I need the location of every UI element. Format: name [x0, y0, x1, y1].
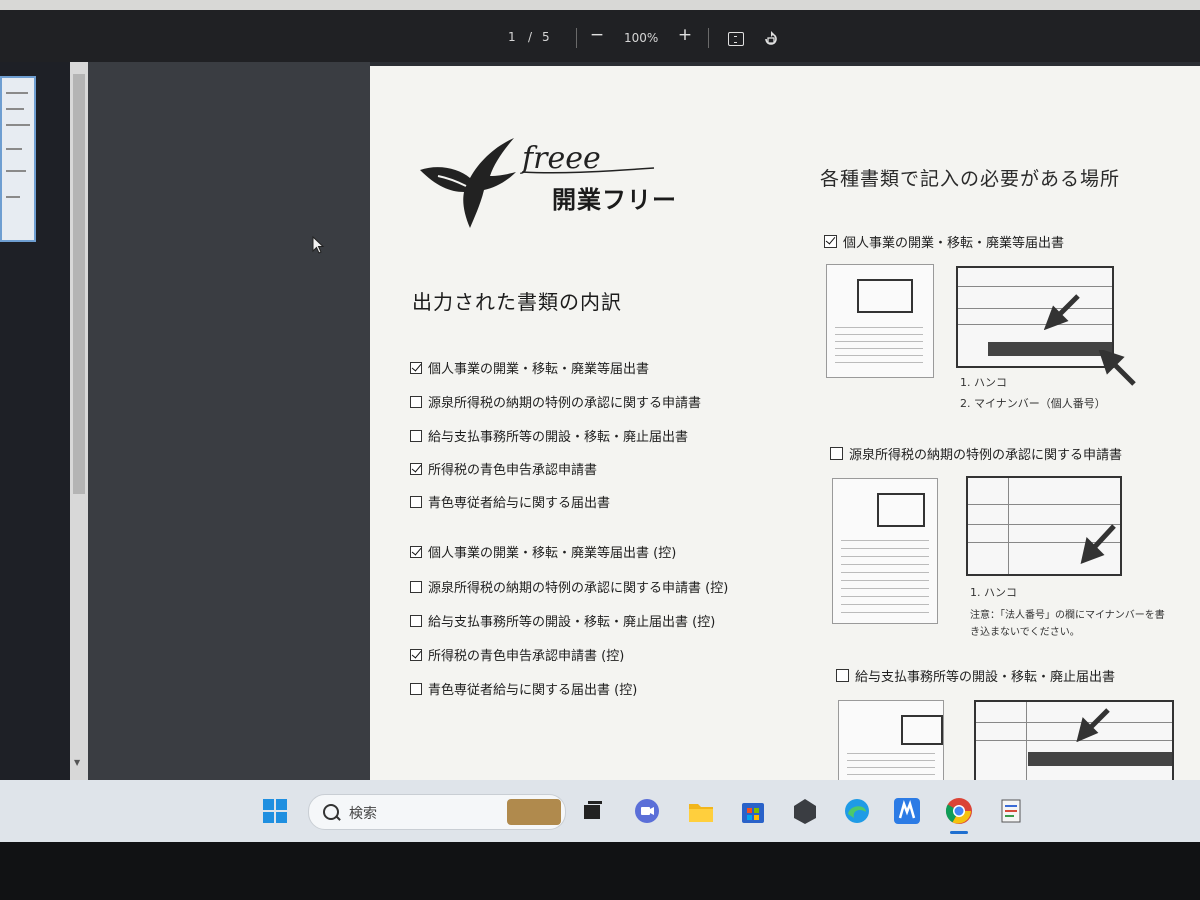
scrollbar-thumb[interactable] [73, 74, 85, 494]
checklist-item: 個人事業の開業・移転・廃業等届出書 (控) [410, 542, 676, 561]
note: 1. ハンコ [970, 586, 1017, 599]
checkbox-icon[interactable] [410, 615, 422, 627]
search-label: 検索 [349, 806, 377, 822]
right-title: 各種書類で記入の必要がある場所 [820, 168, 1121, 190]
checkbox-checked-icon[interactable] [410, 463, 422, 475]
checkbox-icon[interactable] [410, 496, 422, 508]
fit-page-icon[interactable] [728, 32, 744, 46]
checklist-item: 源泉所得税の納期の特例の承認に関する申請書 (控) [410, 577, 728, 596]
note: 2. マイナンバー（個人番号） [960, 397, 1106, 410]
checklist-item: 個人事業の開業・移転・廃業等届出書 [410, 358, 649, 377]
checklist-item: 給与支払事務所等の開設・移転・廃止届出書 (控) [410, 611, 715, 630]
checklist-item: 青色専従者給与に関する届出書 (控) [410, 679, 637, 698]
checkbox-icon[interactable] [830, 447, 843, 460]
checkbox-checked-icon[interactable] [410, 649, 422, 661]
rotate-icon[interactable] [762, 30, 780, 48]
screen: 1 / 5 − 100% + ▼ freee 開業フリー 出力された書類の内訳 … [0, 10, 1200, 842]
arrow-icon [1098, 350, 1136, 386]
toolbar-divider [708, 28, 709, 48]
zoomed-form-area [966, 476, 1122, 576]
edge-icon[interactable] [842, 796, 872, 826]
logo-script: freee [520, 141, 601, 176]
taskbar-search[interactable]: 検索 [308, 794, 566, 830]
checklist-item: 所得税の青色申告承認申請書 [410, 459, 597, 478]
pdf-page: freee 開業フリー 出力された書類の内訳 個人事業の開業・移転・廃業等届出書… [370, 66, 1200, 786]
checklist-item: 給与支払事務所等の開設・移転・廃止届出書 [410, 426, 688, 445]
task-view-icon[interactable] [578, 796, 608, 826]
checkbox-icon[interactable] [410, 430, 422, 442]
mouse-cursor-icon [312, 236, 325, 254]
note: 注意：「法人番号」の欄にマイナンバーを書 [970, 610, 1165, 621]
arrow-icon [1044, 294, 1080, 330]
checklist-item: 青色専従者給与に関する届出書 [410, 492, 610, 511]
ma-app-icon[interactable] [892, 796, 922, 826]
checklist-item: 所得税の青色申告承認申請書 (控) [410, 645, 624, 664]
app-icon[interactable] [790, 796, 820, 826]
page-current[interactable]: 1 [508, 30, 516, 44]
checkbox-icon[interactable] [410, 683, 422, 695]
active-app-indicator [950, 831, 968, 834]
checkbox-checked-icon[interactable] [824, 235, 837, 248]
checklist-item: 源泉所得税の納期の特例の承認に関する申請書 [410, 392, 701, 411]
arrow-icon [1080, 524, 1116, 564]
section-heading: 給与支払事務所等の開設・移転・廃止届出書 [836, 666, 1115, 685]
zoomed-form-area [974, 700, 1174, 786]
section-heading: 個人事業の開業・移転・廃業等届出書 [824, 232, 1064, 251]
search-highlight-image [507, 799, 561, 825]
section-title: 出力された書類の内訳 [412, 290, 622, 314]
start-icon[interactable] [260, 796, 290, 826]
section-heading: 源泉所得税の納期の特例の承認に関する申請書 [830, 444, 1122, 463]
chat-icon[interactable] [632, 796, 662, 826]
note: き込まないでください。 [970, 627, 1080, 638]
notepad-app-icon[interactable] [996, 796, 1026, 826]
checkbox-icon[interactable] [836, 669, 849, 682]
page-total: 5 [542, 30, 550, 44]
logo-title: 開業フリー [552, 186, 677, 214]
zoom-out-button[interactable]: − [586, 24, 608, 46]
form-thumbnail [838, 700, 944, 784]
taskbar: 検索 [0, 780, 1200, 842]
page-thumbnail[interactable] [0, 76, 36, 242]
pdf-toolbar: 1 / 5 − 100% + [0, 10, 1200, 62]
file-explorer-icon[interactable] [686, 796, 716, 826]
toolbar-divider [576, 28, 577, 48]
zoom-in-button[interactable]: + [674, 24, 696, 46]
scroll-down-icon[interactable]: ▼ [74, 758, 80, 767]
form-thumbnail [832, 478, 938, 624]
zoom-level[interactable]: 100% [624, 31, 658, 45]
arrow-icon [1076, 708, 1110, 742]
monitor-base [0, 842, 1200, 900]
chrome-icon[interactable] [944, 796, 974, 826]
form-thumbnail [826, 264, 934, 378]
checkbox-checked-icon[interactable] [410, 362, 422, 374]
checkbox-icon[interactable] [410, 581, 422, 593]
store-icon[interactable] [738, 796, 768, 826]
checkbox-checked-icon[interactable] [410, 546, 422, 558]
document-background [88, 62, 370, 782]
checkbox-icon[interactable] [410, 396, 422, 408]
page-separator: / [528, 30, 533, 44]
note: 1. ハンコ [960, 376, 1007, 389]
search-icon [323, 804, 339, 820]
zoomed-form-area [956, 266, 1114, 368]
